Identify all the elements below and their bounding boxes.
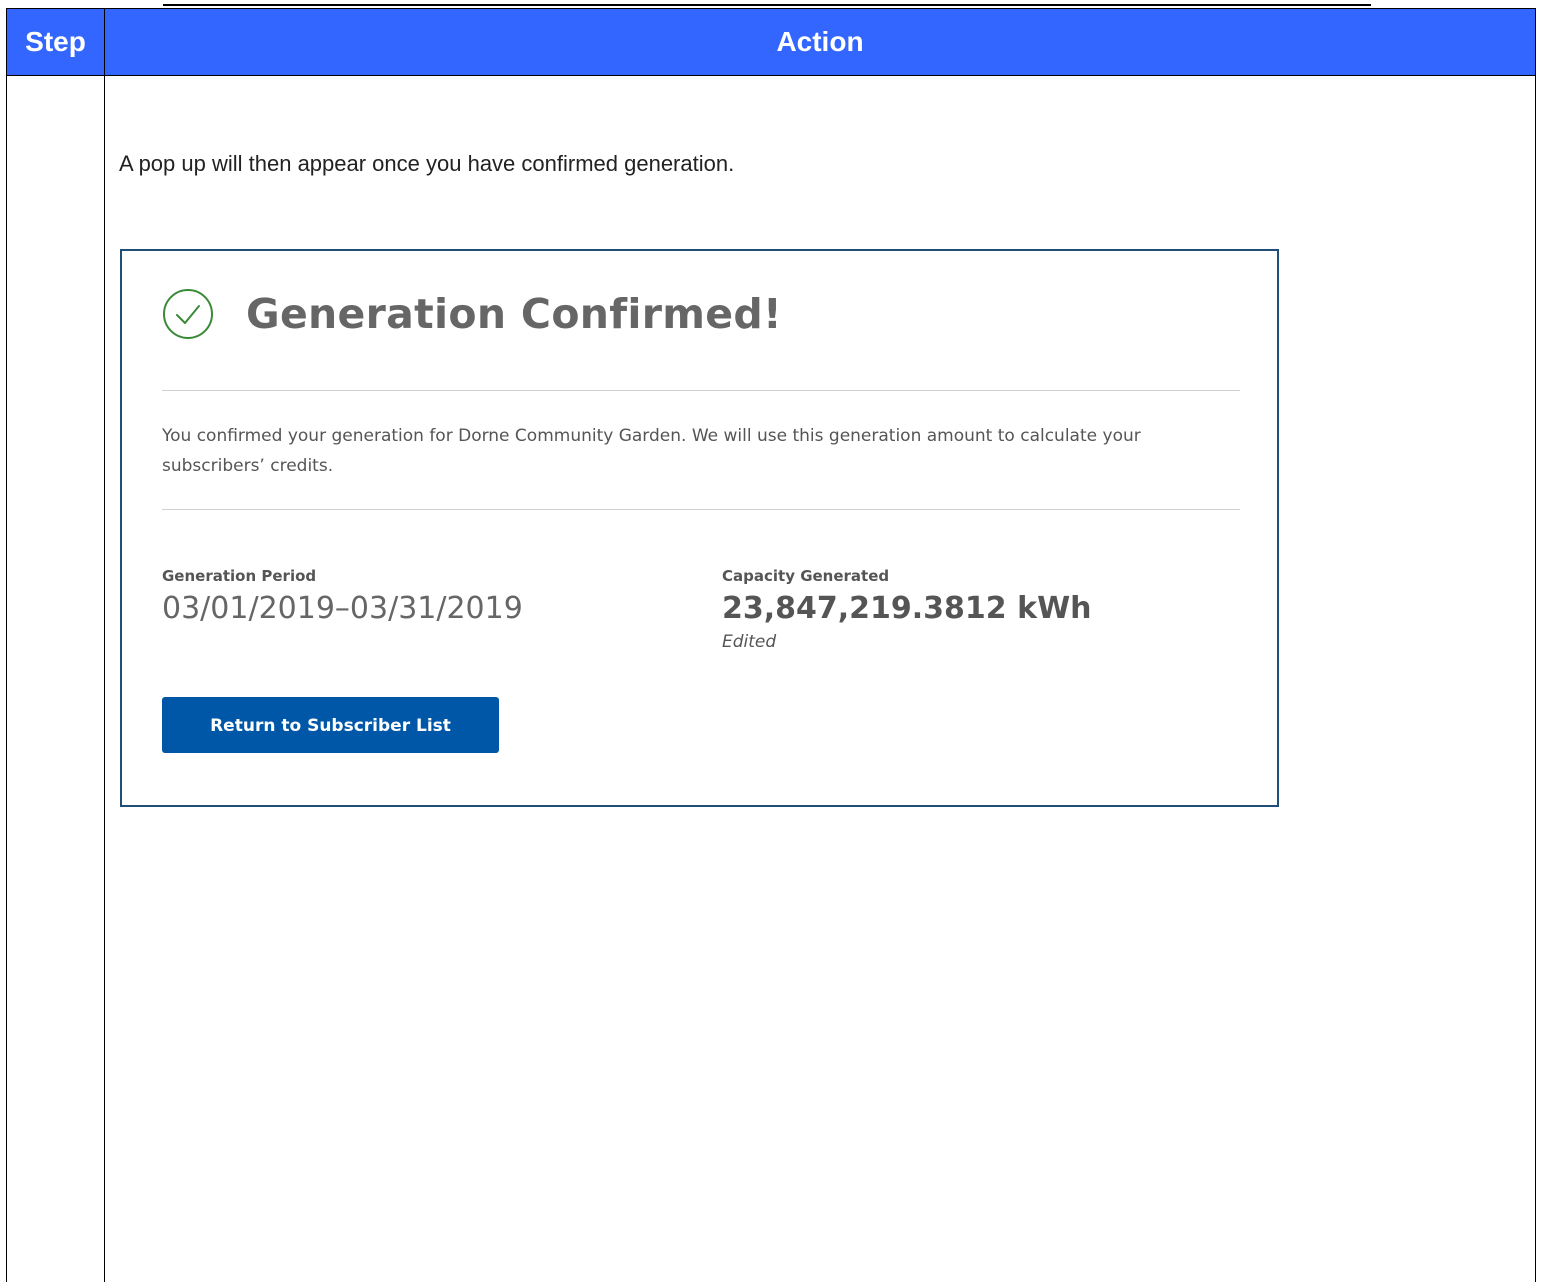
table-row: A pop up will then appear once you have …	[6, 75, 1536, 1282]
capacity-edited-note: Edited	[722, 632, 777, 652]
modal-title: Generation Confirmed!	[246, 290, 783, 338]
modal-body-text: You confirmed your generation for Dorne …	[162, 426, 1141, 476]
step-cell	[6, 75, 105, 1282]
action-cell: A pop up will then appear once you have …	[104, 75, 1536, 1282]
divider	[162, 390, 1240, 391]
generation-period-field: Generation Period 03/01/2019–03/31/2019	[162, 567, 523, 626]
instruction-table: Step Action A pop up will then appear on…	[6, 8, 1536, 1282]
table-header-row: Step Action	[6, 8, 1536, 76]
modal-header: Generation Confirmed!	[162, 288, 782, 340]
return-to-subscriber-list-button[interactable]: Return to Subscriber List	[162, 697, 499, 753]
top-rule	[163, 4, 1371, 6]
action-column-header: Action	[104, 8, 1536, 76]
generation-period-label: Generation Period	[162, 567, 317, 585]
check-circle-icon	[162, 288, 214, 340]
capacity-generated-label: Capacity Generated	[722, 567, 890, 585]
generation-period-value: 03/01/2019–03/31/2019	[162, 591, 523, 626]
step-column-header: Step	[6, 8, 105, 76]
capacity-generated-field: Capacity Generated 23,847,219.3812 kWh E…	[722, 567, 1092, 652]
divider	[162, 509, 1240, 510]
capacity-generated-value: 23,847,219.3812 kWh	[722, 591, 1092, 626]
confirmation-modal: Generation Confirmed! You confirmed your…	[120, 249, 1279, 807]
intro-text: A pop up will then appear once you have …	[119, 151, 735, 176]
page: Step Action A pop up will then appear on…	[0, 0, 1543, 1282]
